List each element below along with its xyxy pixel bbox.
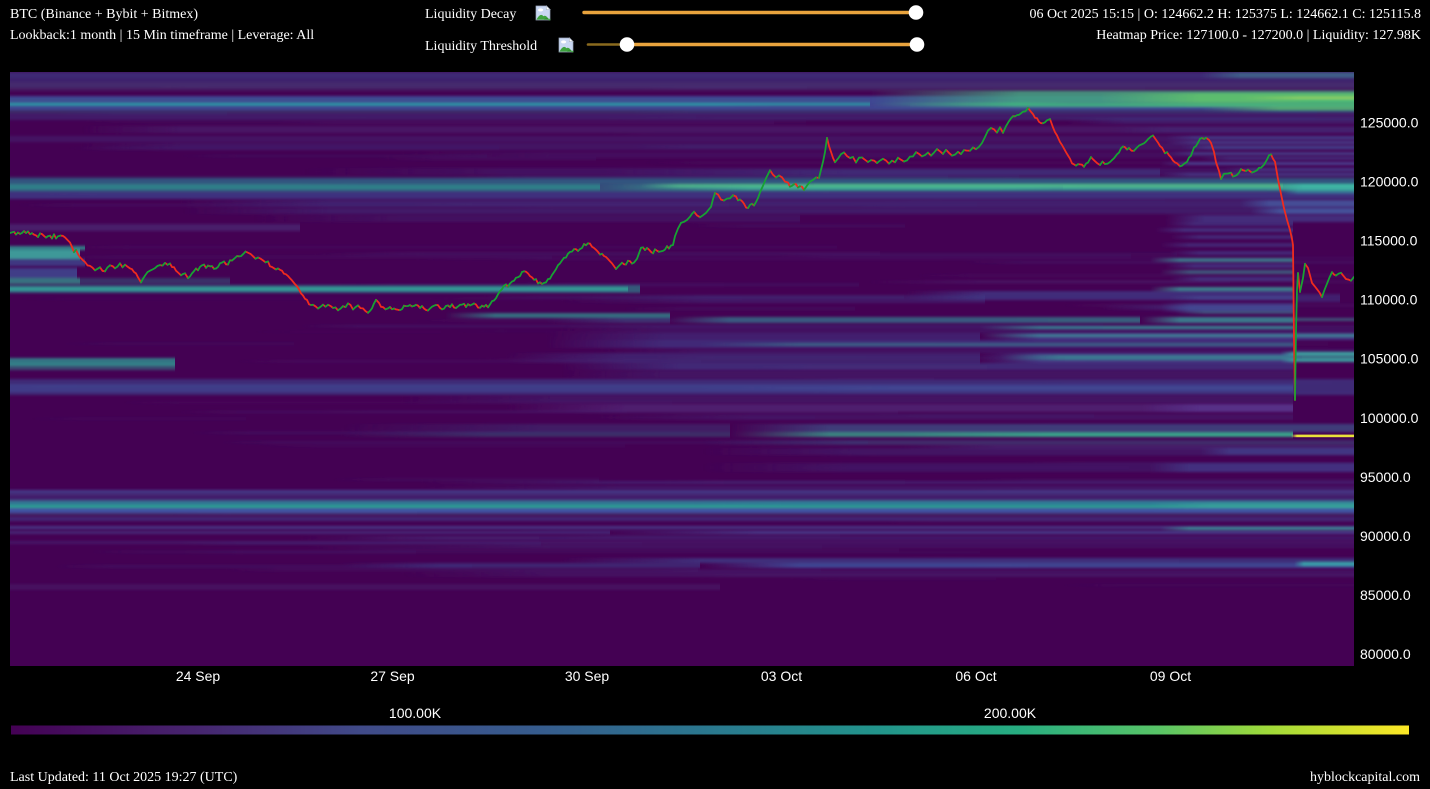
svg-text:85000.0: 85000.0 (1360, 587, 1411, 603)
svg-text:BTC (Binance + Bybit + Bitmex): BTC (Binance + Bybit + Bitmex) (10, 7, 198, 22)
svg-text:125000.0: 125000.0 (1360, 115, 1419, 131)
svg-text:Last Updated: 11 Oct 2025 19:2: Last Updated: 11 Oct 2025 19:27 (UTC) (10, 770, 238, 785)
svg-text:27 Sep: 27 Sep (370, 668, 415, 684)
svg-text:90000.0: 90000.0 (1360, 528, 1411, 544)
svg-text:06 Oct: 06 Oct (955, 668, 996, 684)
svg-text:Heatmap Price: 127100.0 - 1272: Heatmap Price: 127100.0 - 127200.0 | Liq… (1096, 28, 1421, 43)
svg-text:105000.0: 105000.0 (1360, 351, 1419, 367)
svg-text:06 Oct 2025 15:15 | O: 124662.: 06 Oct 2025 15:15 | O: 124662.2 H: 12537… (1029, 7, 1421, 22)
svg-text:100000.0: 100000.0 (1360, 410, 1419, 426)
svg-text:Liquidity Threshold: Liquidity Threshold (425, 39, 537, 54)
svg-text:120000.0: 120000.0 (1360, 174, 1419, 190)
svg-text:100.00K: 100.00K (389, 705, 442, 721)
svg-text:hyblockcapital.com: hyblockcapital.com (1310, 770, 1420, 785)
svg-text:Liquidity Decay: Liquidity Decay (425, 7, 516, 22)
svg-text:03 Oct: 03 Oct (761, 668, 802, 684)
svg-text:24 Sep: 24 Sep (176, 668, 221, 684)
svg-text:200.00K: 200.00K (984, 705, 1037, 721)
svg-text:115000.0: 115000.0 (1360, 233, 1418, 249)
svg-text:110000.0: 110000.0 (1360, 292, 1418, 308)
svg-text:80000.0: 80000.0 (1360, 646, 1411, 662)
svg-text:30 Sep: 30 Sep (565, 668, 610, 684)
svg-text:95000.0: 95000.0 (1360, 469, 1411, 485)
svg-text:09 Oct: 09 Oct (1150, 668, 1191, 684)
svg-text:Lookback:1 month | 15 Min time: Lookback:1 month | 15 Min timeframe | Le… (10, 28, 314, 43)
